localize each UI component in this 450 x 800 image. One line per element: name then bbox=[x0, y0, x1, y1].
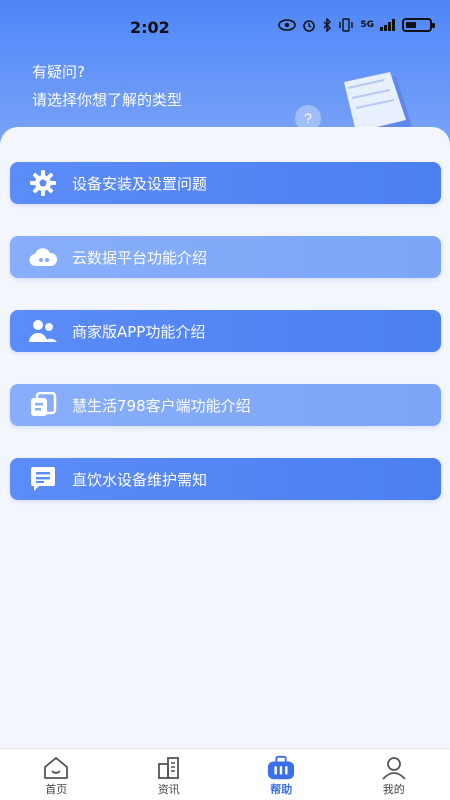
tab-home[interactable]: 首页 bbox=[0, 749, 113, 800]
tab-label: 帮助 bbox=[270, 783, 293, 796]
help-item-label: 慧生活798客户端功能介绍 bbox=[72, 396, 251, 415]
gear-icon bbox=[28, 168, 58, 198]
cloud-icon bbox=[28, 242, 58, 272]
tab-label: 首页 bbox=[45, 783, 68, 796]
help-bag-icon bbox=[267, 755, 295, 781]
tab-help[interactable]: 帮助 bbox=[225, 749, 338, 800]
vibrate-icon bbox=[339, 18, 354, 32]
tab-label: 我的 bbox=[382, 783, 405, 796]
tab-label: 资讯 bbox=[157, 783, 180, 796]
help-item-label: 商家版APP功能介绍 bbox=[72, 322, 206, 341]
signal-icon bbox=[380, 19, 395, 31]
message-notes-icon bbox=[28, 464, 58, 494]
bluetooth-icon bbox=[323, 18, 332, 32]
help-card bbox=[0, 127, 450, 750]
header-greeting: 有疑问? 请选择你想了解的类型 bbox=[32, 58, 182, 114]
help-item-label: 云数据平台功能介绍 bbox=[72, 248, 208, 267]
help-item-cloud-platform[interactable]: 云数据平台功能介绍 bbox=[10, 236, 441, 278]
status-bar: 2:02 5G bbox=[0, 0, 450, 52]
svg-text:?: ? bbox=[304, 110, 312, 126]
app-client-icon bbox=[28, 390, 58, 420]
person-icon bbox=[380, 755, 408, 781]
alarm-icon bbox=[303, 20, 316, 32]
battery-icon bbox=[402, 18, 435, 32]
home-icon bbox=[42, 755, 70, 781]
status-icons: 5G bbox=[278, 18, 435, 32]
tab-profile[interactable]: 我的 bbox=[338, 749, 450, 800]
buildings-icon bbox=[155, 755, 183, 781]
bottom-tab-bar: 首页 资讯 帮助 我的 bbox=[0, 748, 450, 800]
help-item-client-app[interactable]: 慧生活798客户端功能介绍 bbox=[10, 384, 441, 426]
help-item-maintenance[interactable]: 直饮水设备维护需知 bbox=[10, 458, 441, 500]
help-item-merchant-app[interactable]: 商家版APP功能介绍 bbox=[10, 310, 441, 352]
users-icon bbox=[28, 316, 58, 346]
status-time: 2:02 bbox=[130, 18, 170, 37]
greeting-question: 有疑问? bbox=[32, 63, 85, 81]
help-item-label: 直饮水设备维护需知 bbox=[72, 470, 208, 489]
tab-news[interactable]: 资讯 bbox=[113, 749, 226, 800]
help-item-device-setup[interactable]: 设备安装及设置问题 bbox=[10, 162, 441, 204]
greeting-subtitle: 请选择你想了解的类型 bbox=[32, 91, 183, 109]
network-label: 5G bbox=[360, 20, 374, 30]
eye-icon bbox=[278, 19, 297, 31]
help-item-label: 设备安装及设置问题 bbox=[72, 174, 208, 193]
